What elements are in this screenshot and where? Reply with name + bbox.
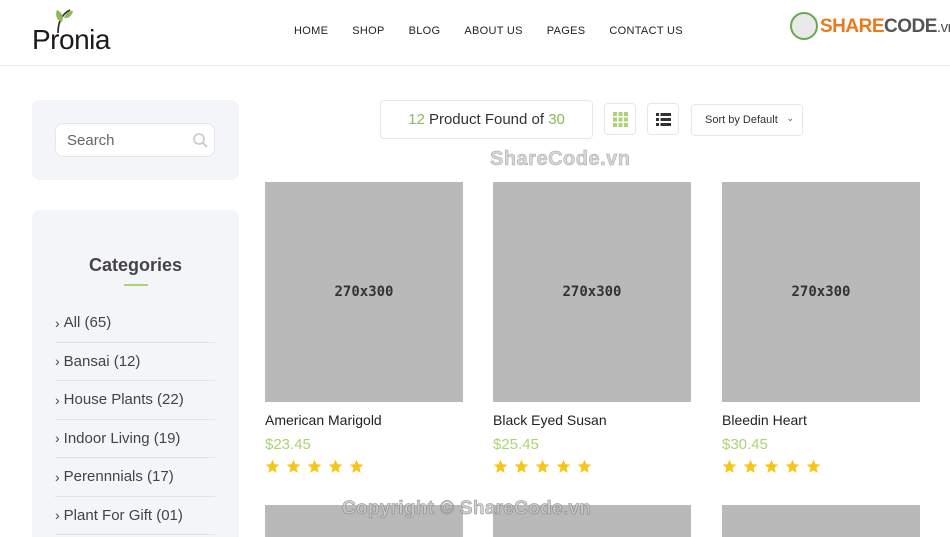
found-text: Product Found of [424, 111, 549, 128]
product-image[interactable] [722, 505, 920, 537]
grid-view-button[interactable] [604, 103, 636, 135]
product-count: 12 Product Found of 30 [380, 100, 593, 139]
chevron-right-icon: › [55, 314, 60, 331]
brand-part-vn: .vn [936, 19, 950, 36]
brand-part-share: SHARE [820, 16, 885, 37]
category-item-bansai[interactable]: › Bansai (12) [55, 343, 215, 381]
brand-mark-icon [790, 12, 818, 40]
sharecode-brand: SHARECODE.vn [790, 12, 950, 42]
star-icon [328, 459, 343, 473]
product-price: $25.45 [493, 436, 539, 453]
star-icon [307, 459, 322, 473]
category-label: House Plants (22) [63, 391, 184, 409]
total-count: 30 [548, 111, 565, 128]
star-icon [722, 459, 737, 473]
product-name[interactable]: Black Eyed Susan [493, 412, 691, 428]
product-name[interactable]: Bleedin Heart [722, 412, 920, 428]
star-icon [577, 459, 592, 473]
title-underline [124, 284, 148, 286]
star-icon [493, 459, 508, 473]
logo-text: Pronia [32, 24, 110, 55]
search-icon[interactable] [192, 132, 208, 148]
category-item-perennials[interactable]: › Perennnials (17) [55, 458, 215, 497]
sort-select[interactable]: Sort by Default ⌄ [691, 104, 803, 136]
product-name[interactable]: American Marigold [265, 412, 463, 428]
category-item-plant-for-gift[interactable]: › Plant For Gift (01) [55, 497, 215, 535]
brand-text: SHARECODE.vn [820, 16, 950, 38]
category-item-all[interactable]: › All (65) [55, 304, 215, 343]
nav-shop[interactable]: SHOP [352, 25, 384, 37]
search-input[interactable] [67, 132, 187, 149]
nav-blog[interactable]: BLOG [409, 25, 441, 37]
nav-home[interactable]: HOME [294, 25, 328, 37]
grid-icon [612, 111, 628, 127]
chevron-down-icon: ⌄ [786, 113, 794, 123]
product-image[interactable]: 270x300 [722, 182, 920, 402]
star-icon [514, 459, 529, 473]
sidebar-search-panel [32, 100, 239, 180]
chevron-right-icon: › [55, 353, 60, 370]
product-card[interactable]: 270x300 American Marigold $23.45 [265, 182, 463, 474]
category-item-indoor-living[interactable]: › Indoor Living (19) [55, 420, 215, 458]
star-icon [556, 459, 571, 473]
chevron-right-icon: › [55, 507, 60, 524]
star-icon [785, 459, 800, 473]
categories-list: › All (65) › Bansai (12) › House Plants (22… [55, 304, 215, 535]
nav-about-us[interactable]: ABOUT US [464, 25, 522, 37]
category-label: Bansai (12) [63, 352, 141, 370]
product-image[interactable]: 270x300 [265, 182, 463, 402]
product-image[interactable]: 270x300 [493, 182, 691, 402]
chevron-right-icon: › [55, 468, 60, 485]
search-field[interactable] [55, 123, 215, 157]
watermark-bottom: Copyright © ShareCode.vn [342, 498, 592, 520]
main-nav: HOME SHOP BLOG ABOUT US PAGES CONTACT US [294, 25, 707, 37]
category-label: Perennnials (17) [63, 468, 174, 486]
product-rating [265, 459, 463, 474]
product-card[interactable]: 270x300 Bleedin Heart $30.45 [722, 182, 920, 474]
list-view-button[interactable] [647, 103, 679, 135]
chevron-right-icon: › [55, 430, 60, 447]
nav-contact-us[interactable]: CONTACT US [609, 25, 683, 37]
watermark-top: ShareCode.vn [490, 148, 631, 171]
categories-title: Categories [88, 255, 183, 275]
sort-label: Sort by Default [705, 114, 778, 126]
list-icon [655, 112, 671, 126]
found-count: 12 [408, 111, 425, 128]
category-label: Plant For Gift (01) [63, 506, 183, 524]
product-card[interactable]: 270x300 Black Eyed Susan $25.45 [493, 182, 691, 474]
product-price: $23.45 [265, 436, 311, 453]
star-icon [535, 459, 550, 473]
category-label: Indoor Living (19) [63, 429, 181, 447]
star-icon [743, 459, 758, 473]
star-icon [349, 459, 364, 473]
chevron-right-icon: › [55, 391, 60, 408]
category-item-house-plants[interactable]: › House Plants (22) [55, 381, 215, 420]
star-icon [806, 459, 821, 473]
product-rating [493, 459, 691, 474]
brand-part-code: CODE [884, 16, 937, 37]
star-icon [286, 459, 301, 473]
categories-panel: Categories › All (65) › Bansai (12) › House… [32, 210, 239, 537]
star-icon [764, 459, 779, 473]
nav-pages[interactable]: PAGES [547, 25, 586, 37]
site-header: Pronia HOME SHOP BLOG ABOUT US PAGES CON… [0, 0, 950, 66]
star-icon [265, 459, 280, 473]
product-rating [722, 459, 920, 474]
product-price: $30.45 [722, 436, 768, 453]
category-label: All (65) [63, 314, 112, 332]
site-logo[interactable]: Pronia [32, 8, 152, 56]
